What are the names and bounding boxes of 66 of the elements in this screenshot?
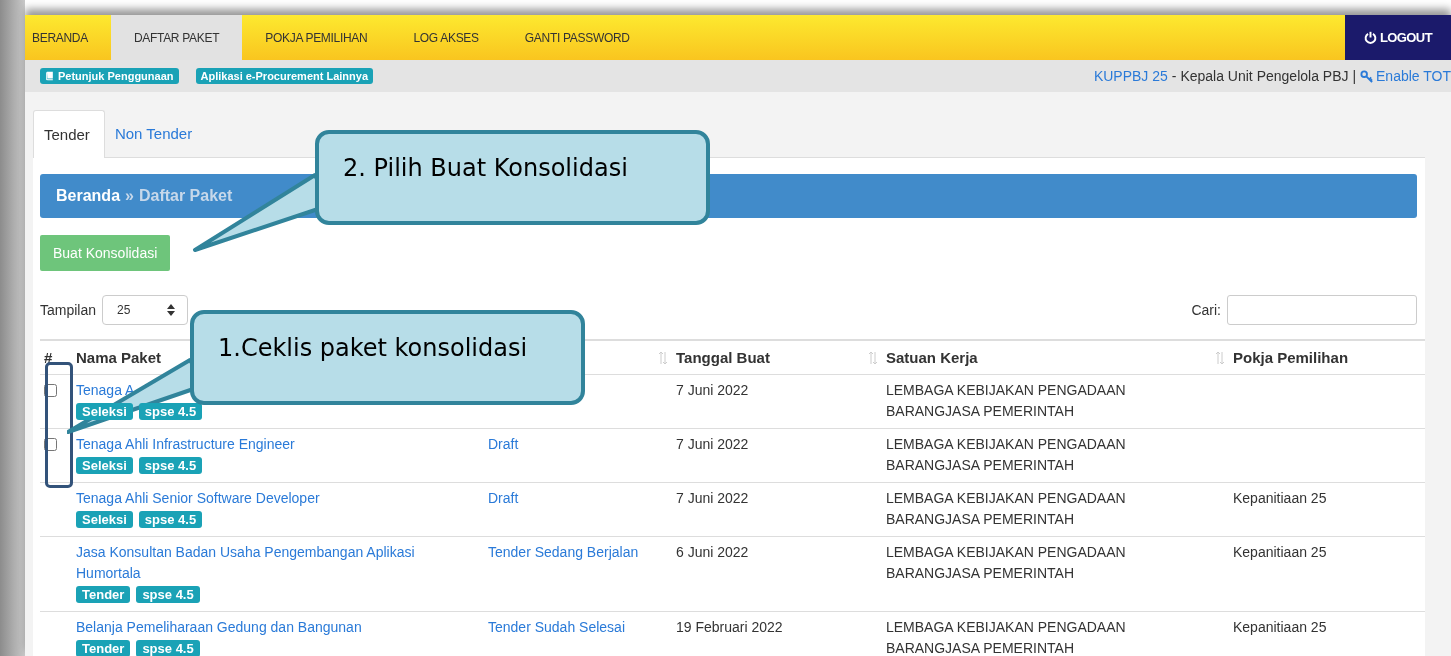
package-link[interactable]: Tenaga Ahli Infrastructure Engineer xyxy=(76,434,295,455)
tag-label: spse 4.5 xyxy=(136,640,200,656)
user-link[interactable]: KUPPBJ 25 xyxy=(1093,68,1168,84)
tab[interactable]: Tender xyxy=(33,110,105,158)
unit-cell-text: LEMBAGA KEBIJAKAN PENGADAAN BARANGJASA PEMERINTAH xyxy=(886,489,1127,529)
status-link[interactable]: Draft xyxy=(488,436,519,452)
key-icon xyxy=(1360,69,1373,83)
pokja-cell: Kepanitiaan 25 xyxy=(1233,619,1327,635)
page-length-select[interactable]: 25 xyxy=(102,295,189,325)
sort-icon[interactable] xyxy=(658,350,668,365)
book-icon xyxy=(45,71,54,81)
sort-icon[interactable] xyxy=(868,350,878,365)
date-cell: 7 Juni 2022 xyxy=(676,382,749,398)
unit-cell-text: LEMBAGA KEBIJAKAN PENGADAAN BARANGJASA PEMERINTAH xyxy=(886,435,1127,475)
column-header: Nama Paket xyxy=(76,349,162,366)
user-role: - Kepala Unit Pengelola PBJ | xyxy=(1171,68,1356,84)
row-checkbox[interactable] xyxy=(44,438,57,451)
search-label: Cari: xyxy=(1191,302,1221,318)
breadcrumb-link[interactable]: Beranda xyxy=(56,187,121,205)
unit-cell-text: LEMBAGA KEBIJAKAN PENGADAAN BARANGJASA PEMERINTAH xyxy=(886,381,1127,421)
length-label: Tampilan xyxy=(40,302,97,318)
power-icon xyxy=(1364,31,1377,44)
unit-cell-text: LEMBAGA KEBIJAKAN PENGADAAN BARANGJASA PEMERINTAH xyxy=(886,543,1127,583)
totp-link[interactable]: Enable TOT xyxy=(1360,68,1451,84)
tag-label: Seleksi xyxy=(76,403,133,420)
column-header: Tanggal Buat xyxy=(676,349,770,366)
breadcrumb-current: Daftar Paket xyxy=(138,187,233,205)
tag-label: spse 4.5 xyxy=(136,586,200,603)
sort-icon[interactable] xyxy=(1215,350,1225,365)
nav-item[interactable]: DAFTAR PAKET xyxy=(110,15,243,60)
tab[interactable]: Non Tender xyxy=(104,110,210,157)
date-cell: 19 Februari 2022 xyxy=(676,619,783,635)
pokja-cell: Kepanitiaan 25 xyxy=(1233,544,1327,560)
nav-item[interactable]: GANTI PASSWORD xyxy=(501,15,653,60)
tag-label: spse 4.5 xyxy=(138,403,203,420)
callout-note: 1.Ceklis paket konsolidasi xyxy=(190,310,585,405)
package-link[interactable]: Jasa Konsultan Badan Usaha Pengembangan Aplikasi Humortala xyxy=(76,542,480,584)
unit-cell-text: LEMBAGA KEBIJAKAN PENGADAAN BARANGJASA PEMERINTAH xyxy=(886,618,1127,656)
status-link[interactable]: Tender Sedang Berjalan xyxy=(488,544,639,560)
spinner-icon xyxy=(167,304,176,316)
package-link[interactable]: Belanja Pemeliharaan Gedung dan Bangunan xyxy=(76,617,362,638)
date-cell: 7 Juni 2022 xyxy=(676,436,749,452)
tag-label: Seleksi xyxy=(76,511,133,528)
link-button[interactable]: Aplikasi e-Procurement Lainnya xyxy=(195,68,373,84)
nav-item[interactable]: BERANDA xyxy=(25,15,111,60)
tag-label: spse 4.5 xyxy=(138,511,203,528)
tag-label: spse 4.5 xyxy=(138,457,203,474)
logout-button[interactable]: LOGOUT xyxy=(1345,15,1451,60)
date-cell: 6 Juni 2022 xyxy=(676,544,749,560)
tag-label: Tender xyxy=(76,586,131,603)
status-link[interactable]: Draft xyxy=(488,490,519,506)
nav-item[interactable]: POKJA PEMILIHAN xyxy=(242,15,391,60)
tag-label: Tender xyxy=(76,640,131,656)
column-header: Satuan Kerja xyxy=(886,349,978,366)
pokja-cell: Kepanitiaan 25 xyxy=(1233,490,1327,506)
column-header: # xyxy=(44,349,53,366)
date-cell: 7 Juni 2022 xyxy=(676,490,749,506)
row-checkbox[interactable] xyxy=(44,384,57,397)
search-field[interactable] xyxy=(1227,295,1417,325)
nav-item[interactable]: LOG AKSES xyxy=(390,15,502,60)
tag-label: Seleksi xyxy=(76,457,133,474)
package-link[interactable]: Tenaga Ahli Senior Software Developer xyxy=(76,488,320,509)
link-button[interactable]: Petunjuk Penggunaan xyxy=(40,68,179,84)
breadcrumb-separator: » xyxy=(125,187,134,205)
column-header: Pokja Pemilihan xyxy=(1233,349,1349,366)
status-link[interactable]: Tender Sudah Selesai xyxy=(488,619,625,635)
